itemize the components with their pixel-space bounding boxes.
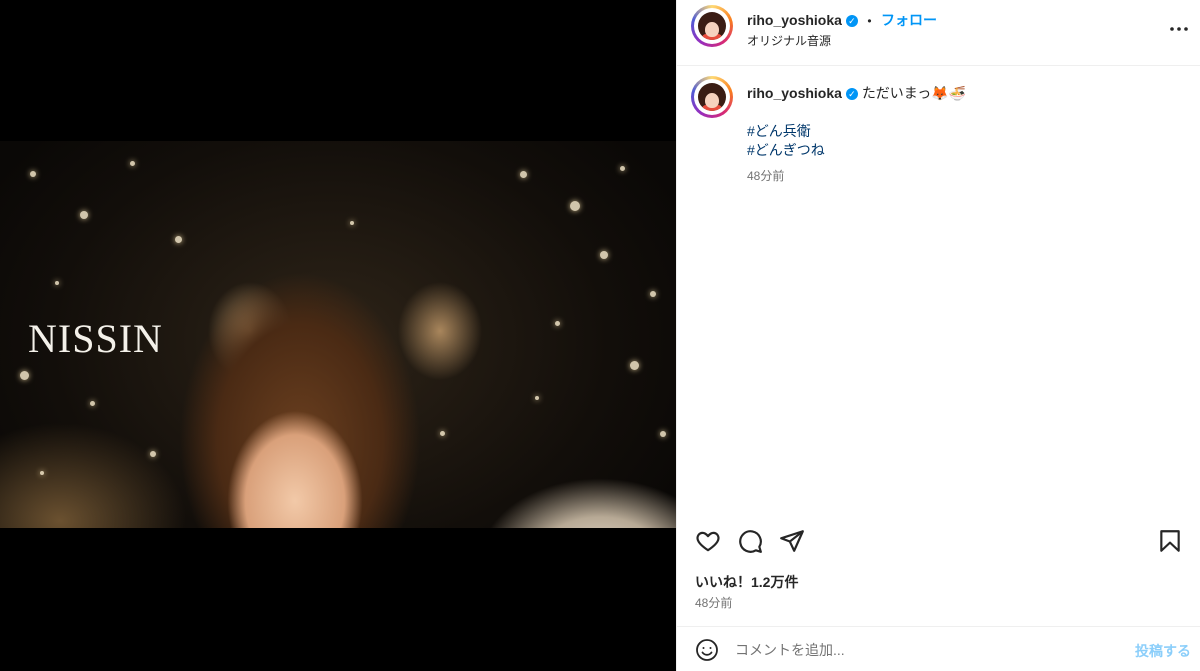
post-header: riho_yoshioka ✓ • フォロー オリジナル音源 [677,0,1200,66]
more-horizontal-icon [1170,27,1188,31]
sparkle [620,166,625,171]
caption-text: ただいまっ🦊🍜 [861,85,967,101]
verified-badge-icon: ✓ [845,15,858,27]
post-media: NISSIN [0,0,676,671]
sparkle [80,211,88,219]
sparkle [600,251,608,259]
paper-plane-icon [780,530,804,552]
sparkle [40,471,44,475]
heart-icon [696,531,720,552]
post-video[interactable]: NISSIN [0,141,676,528]
sparkle [90,401,95,406]
emoji-icon [696,639,718,661]
audio-link[interactable]: オリジナル音源 [747,32,831,49]
like-count[interactable]: いいね！1.2万件 [695,572,798,592]
sparkle [20,371,29,380]
sparkle [150,451,156,457]
sparkle [535,396,539,400]
comment-bar: 投稿する [677,626,1200,671]
more-options-button[interactable] [1167,19,1191,39]
sparkle [555,321,560,326]
nissin-logo-text: NISSIN [28,316,163,361]
avatar[interactable] [691,5,733,47]
hashtag-donbei[interactable]: #どん兵衛 [747,122,825,141]
sparkle [570,201,580,211]
caption-avatar[interactable] [691,76,733,118]
follow-button[interactable]: フォロー [881,12,937,28]
verified-badge-icon: ✓ [845,88,858,100]
comment-icon [739,530,762,553]
action-bar [695,528,1185,554]
post-side-panel: riho_yoshioka ✓ • フォロー オリジナル音源 riho_yoshi… [676,0,1200,671]
caption-username[interactable]: riho_yoshioka [747,85,842,101]
sparkle [350,221,354,225]
hashtag-list: #どん兵衛 #どんぎつね [747,122,825,160]
sparkle [660,431,666,437]
caption: riho_yoshioka ✓ ただいまっ🦊🍜 [747,84,1187,102]
emoji-button[interactable] [695,638,719,667]
sparkle [30,171,36,177]
comment-button[interactable] [737,528,763,559]
hashtag-dongitsune[interactable]: #どんぎつね [747,141,825,160]
comment-input[interactable] [735,639,1075,661]
sparkle [520,171,527,178]
save-button[interactable] [1157,528,1183,559]
separator-dot: • [867,14,872,28]
bookmark-icon [1160,530,1180,552]
post-comment-button[interactable]: 投稿する [1135,641,1191,661]
sparkle [175,236,182,243]
sparkle [630,361,639,370]
header-username[interactable]: riho_yoshioka [747,12,842,28]
caption-time: 48分前 [747,169,785,183]
sparkle [55,281,59,285]
share-button[interactable] [779,528,805,559]
sparkle [130,161,135,166]
sparkle [440,431,445,436]
sparkle [650,291,656,297]
like-button[interactable] [695,528,721,559]
post-date: 48分前 [695,596,733,610]
